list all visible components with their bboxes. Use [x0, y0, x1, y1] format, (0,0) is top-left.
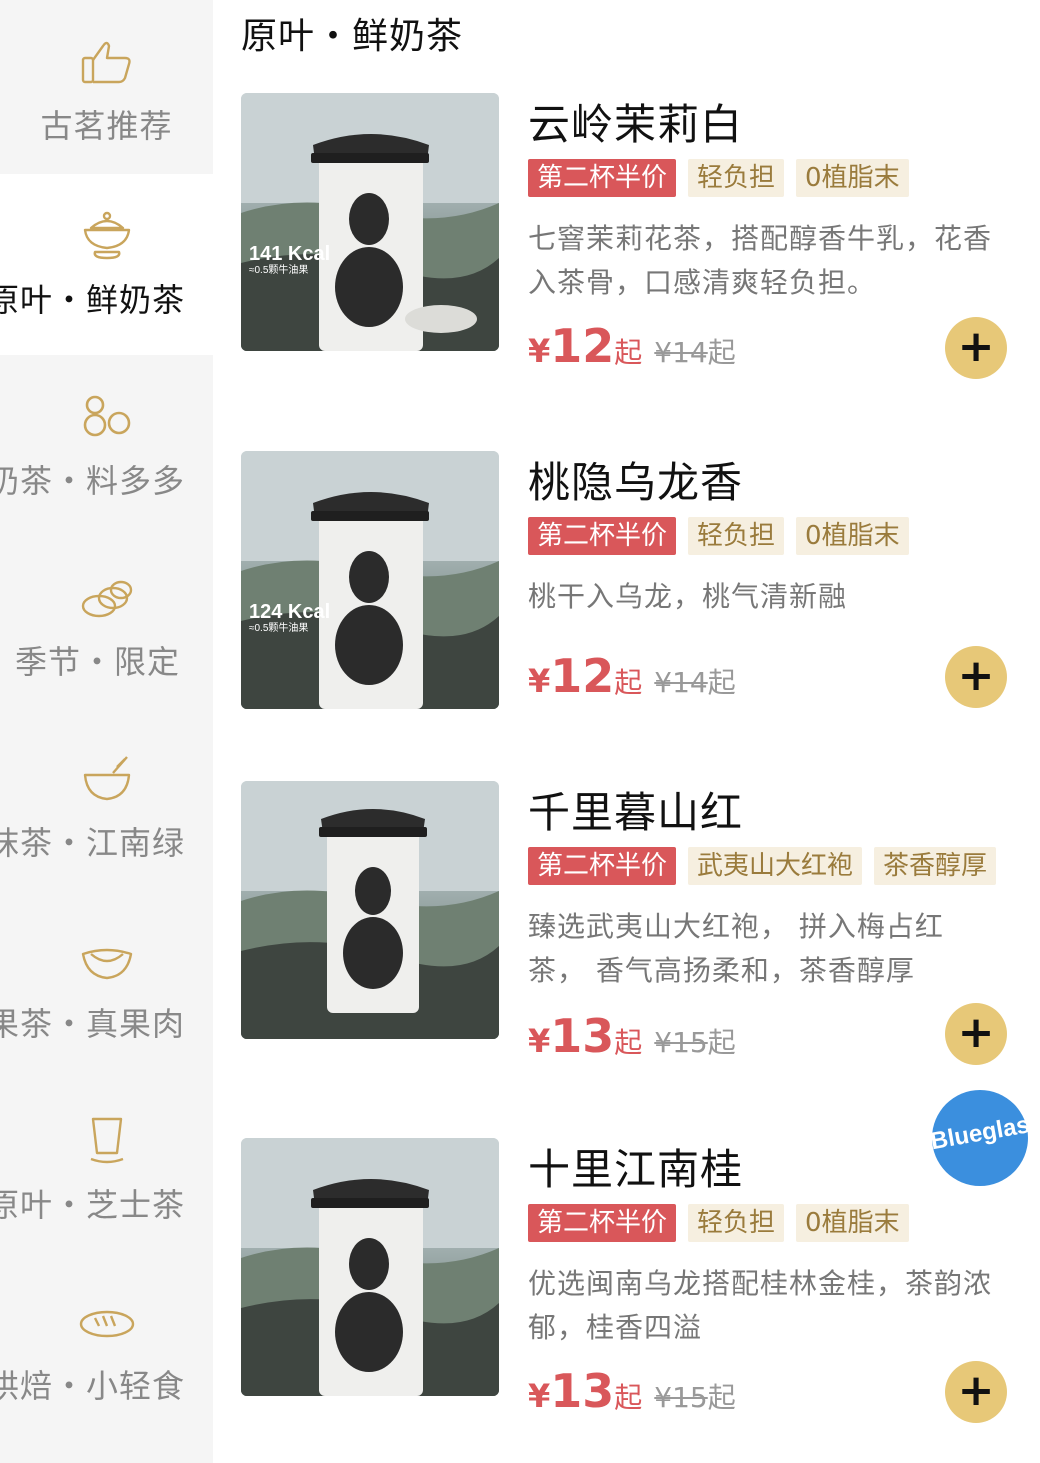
sidebar-item-label: 奶茶・料多多 — [0, 462, 185, 500]
sidebar-item-label: 抹茶・江南绿 — [0, 824, 185, 862]
sidebar-item-matcha[interactable]: 抹茶・江南绿 — [0, 717, 213, 898]
sidebar-item-fresh-milk-tea[interactable]: 原叶・鲜奶茶 — [0, 174, 213, 355]
sidebar-item-label: 季节・限定 — [14, 643, 180, 681]
bread-icon — [77, 1294, 137, 1350]
product-name: 十里江南桂 — [528, 1145, 744, 1194]
product-description: 桃干入乌龙，桃气清新融 — [528, 580, 848, 613]
feature-tag: 轻负担 — [688, 1204, 785, 1242]
plus-icon: + — [957, 650, 995, 701]
product-description: 优选闽南乌龙搭配桂林金桂，茶韵浓郁，桂香四溢 — [528, 1267, 993, 1344]
original-price: ¥15 — [654, 1381, 708, 1414]
add-to-cart-button[interactable]: + — [945, 317, 1007, 379]
promo-tag: 第二杯半价 — [528, 517, 677, 555]
plus-icon: + — [957, 1007, 995, 1058]
calorie-badge: 141 Kcal ≈0.5颗牛油果 — [249, 243, 331, 276]
price: ¥13起 ¥15起 — [528, 1009, 736, 1063]
price: ¥13起 ¥15起 — [528, 1364, 736, 1418]
product-image[interactable]: 124 Kcal ≈0.5颗牛油果 — [241, 451, 499, 709]
feature-tag: 武夷山大红袍 — [688, 847, 863, 885]
product-tags: 第二杯半价 轻负担 0植脂末 — [528, 159, 1040, 197]
price: ¥12起 ¥14起 — [528, 649, 736, 703]
category-sidebar: 古茗推荐 原叶・鲜奶茶 奶茶・料多多 季节・限定 抹茶・江南绿 果茶・真果肉 原… — [0, 0, 213, 1463]
floating-assistant-badge[interactable]: Blueglass — [930, 1090, 1040, 1186]
original-price: ¥14 — [654, 336, 708, 369]
add-to-cart-button[interactable]: + — [945, 646, 1007, 708]
plus-icon: + — [957, 1365, 995, 1416]
promo-tag: 第二杯半价 — [528, 159, 677, 197]
plus-icon: + — [957, 321, 995, 372]
product-description: 臻选武夷山大红袍， 拼入梅占红茶， 香气高扬柔和，茶香醇厚 — [528, 910, 944, 987]
sidebar-item-seasonal[interactable]: 季节・限定 — [0, 536, 213, 717]
pearls-icon — [77, 389, 137, 445]
product-card[interactable]: 千里暮山红 第二杯半价 武夷山大红袍 茶香醇厚 臻选武夷山大红袍， 拼入梅占红茶， … — [241, 781, 1040, 1081]
glass-cup-icon — [77, 1113, 137, 1169]
feature-tag: 茶香醇厚 — [874, 847, 997, 885]
calorie-badge: 124 Kcal ≈0.5颗牛油果 — [249, 601, 331, 634]
fruit-bowl-icon — [77, 932, 137, 988]
tea-cup-lid-icon — [77, 208, 137, 264]
price: ¥12起 ¥14起 — [528, 319, 736, 373]
sidebar-item-label: 果茶・真果肉 — [0, 1005, 185, 1043]
product-name: 云岭茉莉白 — [528, 100, 744, 149]
sidebar-item-label: 原叶・鲜奶茶 — [0, 281, 185, 319]
product-card[interactable]: 141 Kcal ≈0.5颗牛油果 云岭茉莉白 第二杯半价 轻负担 0植脂末 七窨茉… — [241, 93, 1040, 393]
product-tags: 第二杯半价 武夷山大红袍 茶香醇厚 — [528, 847, 1040, 885]
product-image[interactable] — [241, 1138, 499, 1396]
sidebar-item-recommend[interactable]: 古茗推荐 — [0, 0, 213, 181]
feature-tag: 轻负担 — [688, 159, 785, 197]
feature-tag: 0植脂末 — [796, 159, 909, 197]
product-card[interactable]: 十里江南桂 第二杯半价 轻负担 0植脂末 优选闽南乌龙搭配桂林金桂，茶韵浓郁，桂香四… — [241, 1138, 1040, 1438]
feature-tag: 轻负担 — [688, 517, 785, 555]
mortar-whisk-icon — [77, 751, 137, 807]
original-price: ¥15 — [654, 1026, 708, 1059]
thumbs-up-icon — [77, 34, 137, 90]
sidebar-item-milk-tea[interactable]: 奶茶・料多多 — [0, 355, 213, 536]
sidebar-item-label: 古茗推荐 — [40, 107, 173, 145]
promo-tag: 第二杯半价 — [528, 1204, 677, 1242]
sidebar-item-bakery[interactable]: 烘焙・小轻食 — [0, 1260, 213, 1441]
fruit-slices-icon — [77, 570, 137, 626]
product-name: 桃隐乌龙香 — [528, 458, 744, 507]
feature-tag: 0植脂末 — [796, 1204, 909, 1242]
product-tags: 第二杯半价 轻负担 0植脂末 — [528, 517, 1040, 555]
sidebar-item-cheese-tea[interactable]: 原叶・芝士茶 — [0, 1079, 213, 1260]
sidebar-item-fruit-tea[interactable]: 果茶・真果肉 — [0, 898, 213, 1079]
product-card[interactable]: 124 Kcal ≈0.5颗牛油果 桃隐乌龙香 第二杯半价 轻负担 0植脂末 桃干入… — [241, 451, 1040, 731]
sidebar-item-label: 原叶・芝士茶 — [0, 1186, 185, 1224]
add-to-cart-button[interactable]: + — [945, 1361, 1007, 1423]
sidebar-item-label: 烘焙・小轻食 — [0, 1367, 185, 1405]
original-price: ¥14 — [654, 666, 708, 699]
feature-tag: 0植脂末 — [796, 517, 909, 555]
product-tags: 第二杯半价 轻负担 0植脂末 — [528, 1204, 1040, 1242]
section-title: 原叶・鲜奶茶 — [241, 16, 464, 57]
add-to-cart-button[interactable]: + — [945, 1003, 1007, 1065]
product-name: 千里暮山红 — [528, 788, 744, 837]
product-image[interactable]: 141 Kcal ≈0.5颗牛油果 — [241, 93, 499, 351]
promo-tag: 第二杯半价 — [528, 847, 677, 885]
product-description: 七窨茉莉花茶，搭配醇香牛乳，花香入茶骨，口感清爽轻负担。 — [528, 222, 993, 299]
product-image[interactable] — [241, 781, 499, 1039]
